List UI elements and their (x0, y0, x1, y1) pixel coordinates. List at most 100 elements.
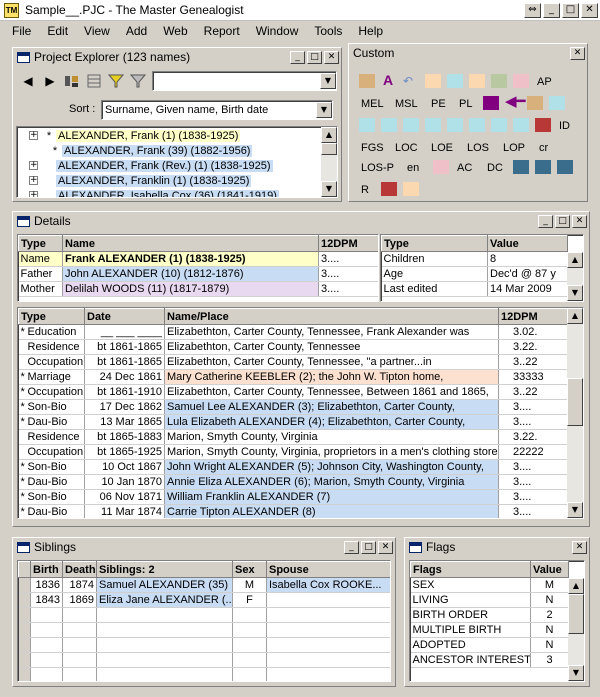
expand-icon[interactable]: + (29, 161, 38, 170)
column-header[interactable]: Siblings: 2 (96, 561, 233, 578)
color-swatch[interactable] (359, 118, 375, 132)
column-header[interactable]: Type (18, 235, 63, 252)
menu-item[interactable]: Help (350, 24, 391, 38)
scroll-thumb[interactable] (568, 594, 584, 634)
menu-item[interactable]: Web (155, 24, 195, 38)
scroll-up-icon[interactable]: ▲ (567, 252, 583, 268)
color-swatch[interactable] (469, 118, 485, 132)
scroll-up-icon[interactable]: ▲ (321, 127, 337, 143)
column-header[interactable]: Type (381, 235, 488, 252)
custom-loe-label[interactable]: LOE (431, 142, 453, 154)
column-header[interactable]: 12DPM (318, 235, 378, 252)
color-swatch[interactable] (557, 160, 573, 174)
scroll-down-icon[interactable]: ▼ (567, 285, 583, 301)
vertical-scrollbar[interactable]: ▲ ▼ (321, 127, 337, 197)
color-swatch[interactable] (513, 118, 529, 132)
table-row[interactable]: 1843 1869 Eliza Jane ALEXANDER (... F (18, 592, 390, 608)
column-header[interactable]: Name (62, 235, 319, 252)
custom-id-label[interactable]: ID (559, 120, 570, 132)
table-row[interactable]: * Education __ ___ ____ Elizabethton, Carte… (18, 324, 568, 340)
filter-clear-icon[interactable] (127, 71, 149, 91)
color-swatch[interactable] (535, 118, 551, 132)
table-row[interactable]: Age Dec'd @ 87 y (381, 266, 568, 282)
column-header[interactable]: 12DPM (498, 308, 568, 325)
color-swatch[interactable] (425, 118, 441, 132)
custom-mel-label[interactable]: MEL (361, 98, 384, 110)
close-button[interactable]: ✕ (378, 540, 393, 554)
close-button[interactable]: ✕ (572, 214, 587, 228)
maximize-button[interactable]: □ (562, 2, 579, 18)
list-item[interactable]: + ALEXANDER, Frank (Rev.) (1) (1838-1925) (17, 158, 321, 173)
table-row[interactable] (18, 637, 390, 653)
menu-item[interactable]: Tools (306, 24, 350, 38)
color-swatch[interactable] (359, 74, 375, 88)
table-row[interactable]: Last edited 14 Mar 2009 (381, 281, 568, 297)
menu-item[interactable]: View (76, 24, 118, 38)
custom-pl-label[interactable]: PL (459, 98, 472, 110)
scroll-down-icon[interactable]: ▼ (567, 502, 583, 518)
filter-icon[interactable] (105, 71, 127, 91)
restore-icon[interactable]: ⇔ (524, 2, 541, 18)
custom-loc-label[interactable]: LOC (395, 142, 418, 154)
table-row[interactable]: Mother Delilah WOODS (11) (1817-1879) 3...… (18, 281, 378, 297)
scroll-down-icon[interactable]: ▼ (321, 181, 337, 197)
sort-select[interactable]: Surname, Given name, Birth date ▼ (101, 100, 333, 120)
chevron-down-icon[interactable]: ▼ (320, 73, 336, 89)
column-header[interactable]: Value (487, 235, 568, 252)
table-row[interactable]: Residence bt 1861-1865 Elizabethton, Carte… (18, 339, 568, 355)
color-swatch[interactable] (491, 118, 507, 132)
flags-grid[interactable]: Flags Value SEX M LIVING N BIRTH ORDER 2 MULTIP… (409, 560, 585, 682)
expand-icon[interactable]: + (29, 176, 38, 185)
table-row[interactable]: * Son-Bio 10 Oct 1867 John Wright ALEXANDER… (18, 459, 568, 475)
custom-r-label[interactable]: R (361, 184, 369, 196)
table-row[interactable]: * Dau-Bio 10 Jan 1870 Annie Eliza ALEXANDER… (18, 474, 568, 490)
menu-item[interactable]: File (4, 24, 39, 38)
custom-a-label[interactable]: A (383, 72, 393, 88)
undo-icon[interactable]: ↶ (403, 74, 419, 88)
minimize-button[interactable]: _ (543, 2, 560, 18)
back-arrow-icon[interactable]: ◀ (17, 71, 39, 91)
color-swatch[interactable] (403, 118, 419, 132)
table-row[interactable]: 1836 1874 Samuel ALEXANDER (35) M Isabella C… (18, 577, 390, 593)
close-button[interactable]: ✕ (572, 540, 587, 554)
family-icon[interactable] (61, 71, 83, 91)
color-swatch[interactable] (403, 182, 419, 196)
list-item[interactable]: +*ALEXANDER, Frank (39) (1882-1956) (17, 143, 321, 158)
table-row[interactable]: Name Frank ALEXANDER (1) (1838-1925) 3.... (18, 251, 378, 267)
table-row[interactable] (18, 622, 390, 638)
table-row[interactable]: * Marriage 24 Dec 1861 Mary Catherine KEEBL… (18, 369, 568, 385)
scroll-up-icon[interactable]: ▲ (568, 578, 584, 594)
column-header[interactable]: Spouse (266, 561, 390, 578)
table-row[interactable]: BIRTH ORDER 2 (410, 607, 569, 623)
table-row[interactable] (18, 667, 390, 681)
table-row[interactable]: * Dau-Bio 13 Mar 1865 Lula Elizabeth ALEXAN… (18, 414, 568, 430)
color-swatch[interactable] (513, 160, 529, 174)
table-row[interactable]: Father John ALEXANDER (10) (1812-1876) 3..… (18, 266, 378, 282)
menu-item[interactable]: Report (196, 24, 248, 38)
color-swatch[interactable] (381, 182, 397, 196)
scroll-thumb[interactable] (321, 143, 337, 155)
vertical-scrollbar[interactable]: ▲ ▼ (568, 578, 584, 681)
close-button[interactable]: ✕ (570, 46, 585, 60)
color-swatch[interactable] (483, 96, 499, 110)
custom-fgs-label[interactable]: FGS (361, 142, 384, 154)
color-swatch[interactable] (433, 160, 449, 174)
maximize-button[interactable]: □ (361, 540, 376, 554)
custom-dc-label[interactable]: DC (487, 162, 503, 174)
table-row[interactable] (18, 652, 390, 668)
color-swatch[interactable] (381, 118, 397, 132)
table-row[interactable]: Occupation bt 1861-1865 Elizabethton, Cart… (18, 354, 568, 370)
table-row[interactable]: * Occupation bt 1861-1910 Elizabethton, Car… (18, 384, 568, 400)
table-row[interactable]: Occupation bt 1865-1925 Marion, Smyth Coun… (18, 444, 568, 460)
custom-pe-label[interactable]: PE (431, 98, 446, 110)
custom-lop-label[interactable]: LOP (503, 142, 525, 154)
table-row[interactable]: ANCESTOR INTEREST 3 (410, 652, 569, 668)
custom-cr-label[interactable]: cr (539, 142, 548, 154)
close-button[interactable]: ✕ (324, 50, 339, 64)
list-item[interactable]: + ALEXANDER, Franklin (1) (1838-1925) (17, 173, 321, 188)
custom-ac-label[interactable]: AC (457, 162, 472, 174)
custom-ap-label[interactable]: AP (537, 76, 552, 88)
table-row[interactable]: * Dau-Bio 11 Mar 1874 Carrie Tipton ALEXAND… (18, 504, 568, 518)
vertical-scrollbar[interactable]: ▲ ▼ (567, 308, 583, 518)
list-item[interactable]: + ALEXANDER, Isabella Cox (36) (1841-1919… (17, 188, 321, 197)
